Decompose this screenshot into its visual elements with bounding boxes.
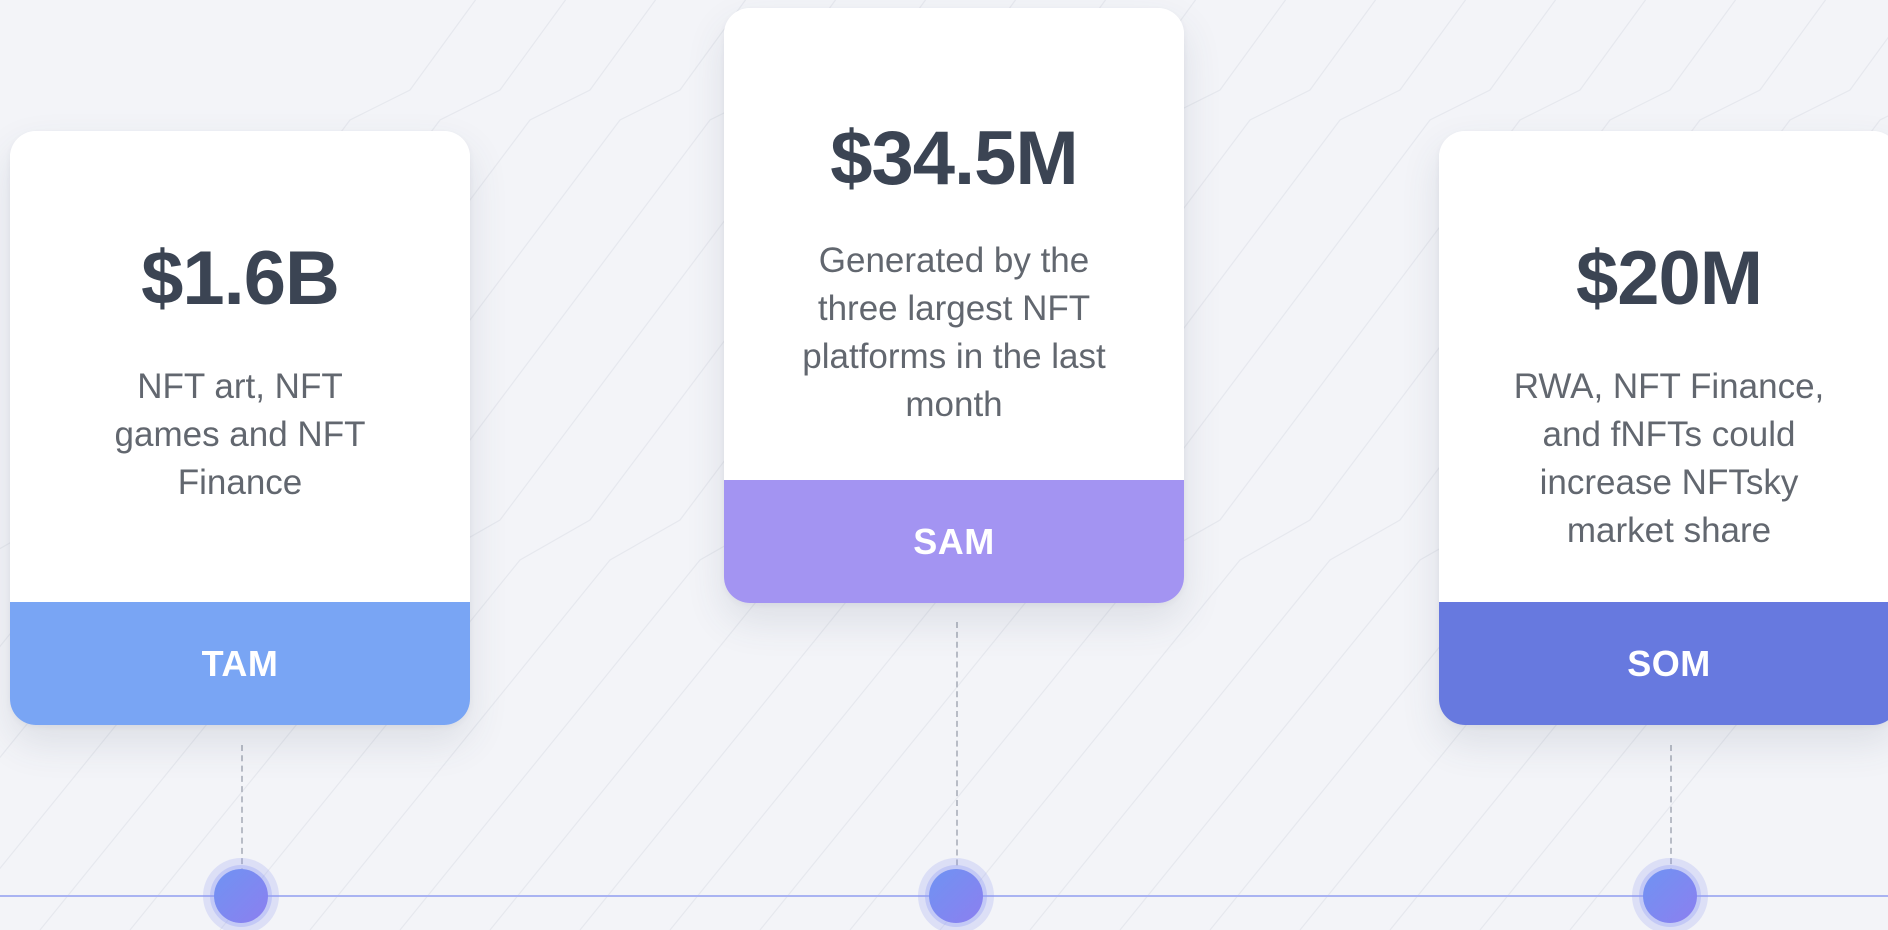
sam-label: SAM	[724, 480, 1184, 603]
sam-value: $34.5M	[830, 116, 1079, 201]
sam-node-dot	[929, 869, 983, 923]
som-card: $20M RWA, NFT Finance, and fNFTs could i…	[1439, 131, 1888, 725]
sam-node	[918, 858, 994, 930]
sam-description-line-2: three largest NFT	[817, 289, 1091, 328]
som-card-body: $20M RWA, NFT Finance, and fNFTs could i…	[1439, 131, 1888, 602]
som-label: SOM	[1439, 602, 1888, 725]
tam-node	[203, 858, 279, 930]
market-size-slide: $1.6B NFT art, NFT games and NFT Finance…	[0, 0, 1888, 930]
som-value: $20M	[1575, 236, 1763, 321]
tam-card: $1.6B NFT art, NFT games and NFT Finance…	[10, 131, 470, 725]
tam-description-line-3: Finance	[177, 463, 303, 502]
tam-card-body: $1.6B NFT art, NFT games and NFT Finance	[10, 131, 470, 602]
sam-description-line-4: month	[905, 385, 1003, 424]
som-description-line-3: increase NFTsky	[1539, 463, 1799, 502]
som-description-line-2: and fNFTs could	[1542, 415, 1796, 454]
tam-label: TAM	[10, 602, 470, 725]
som-node-dot	[1643, 869, 1697, 923]
tam-node-dot	[214, 869, 268, 923]
sam-connector	[956, 622, 958, 895]
sam-description-line-3: platforms in the last	[802, 337, 1106, 376]
som-description-line-4: market share	[1566, 511, 1772, 550]
tam-description-line-2: games and NFT	[114, 415, 366, 454]
sam-description-line-1: Generated by the	[818, 241, 1090, 280]
sam-card-body: $34.5M Generated by the three largest NF…	[724, 8, 1184, 480]
tam-description-line-1: NFT art, NFT	[137, 367, 343, 406]
tam-value: $1.6B	[141, 236, 340, 321]
sam-card: $34.5M Generated by the three largest NF…	[724, 8, 1184, 603]
som-node	[1632, 858, 1708, 930]
som-description-line-1: RWA, NFT Finance,	[1513, 367, 1825, 406]
